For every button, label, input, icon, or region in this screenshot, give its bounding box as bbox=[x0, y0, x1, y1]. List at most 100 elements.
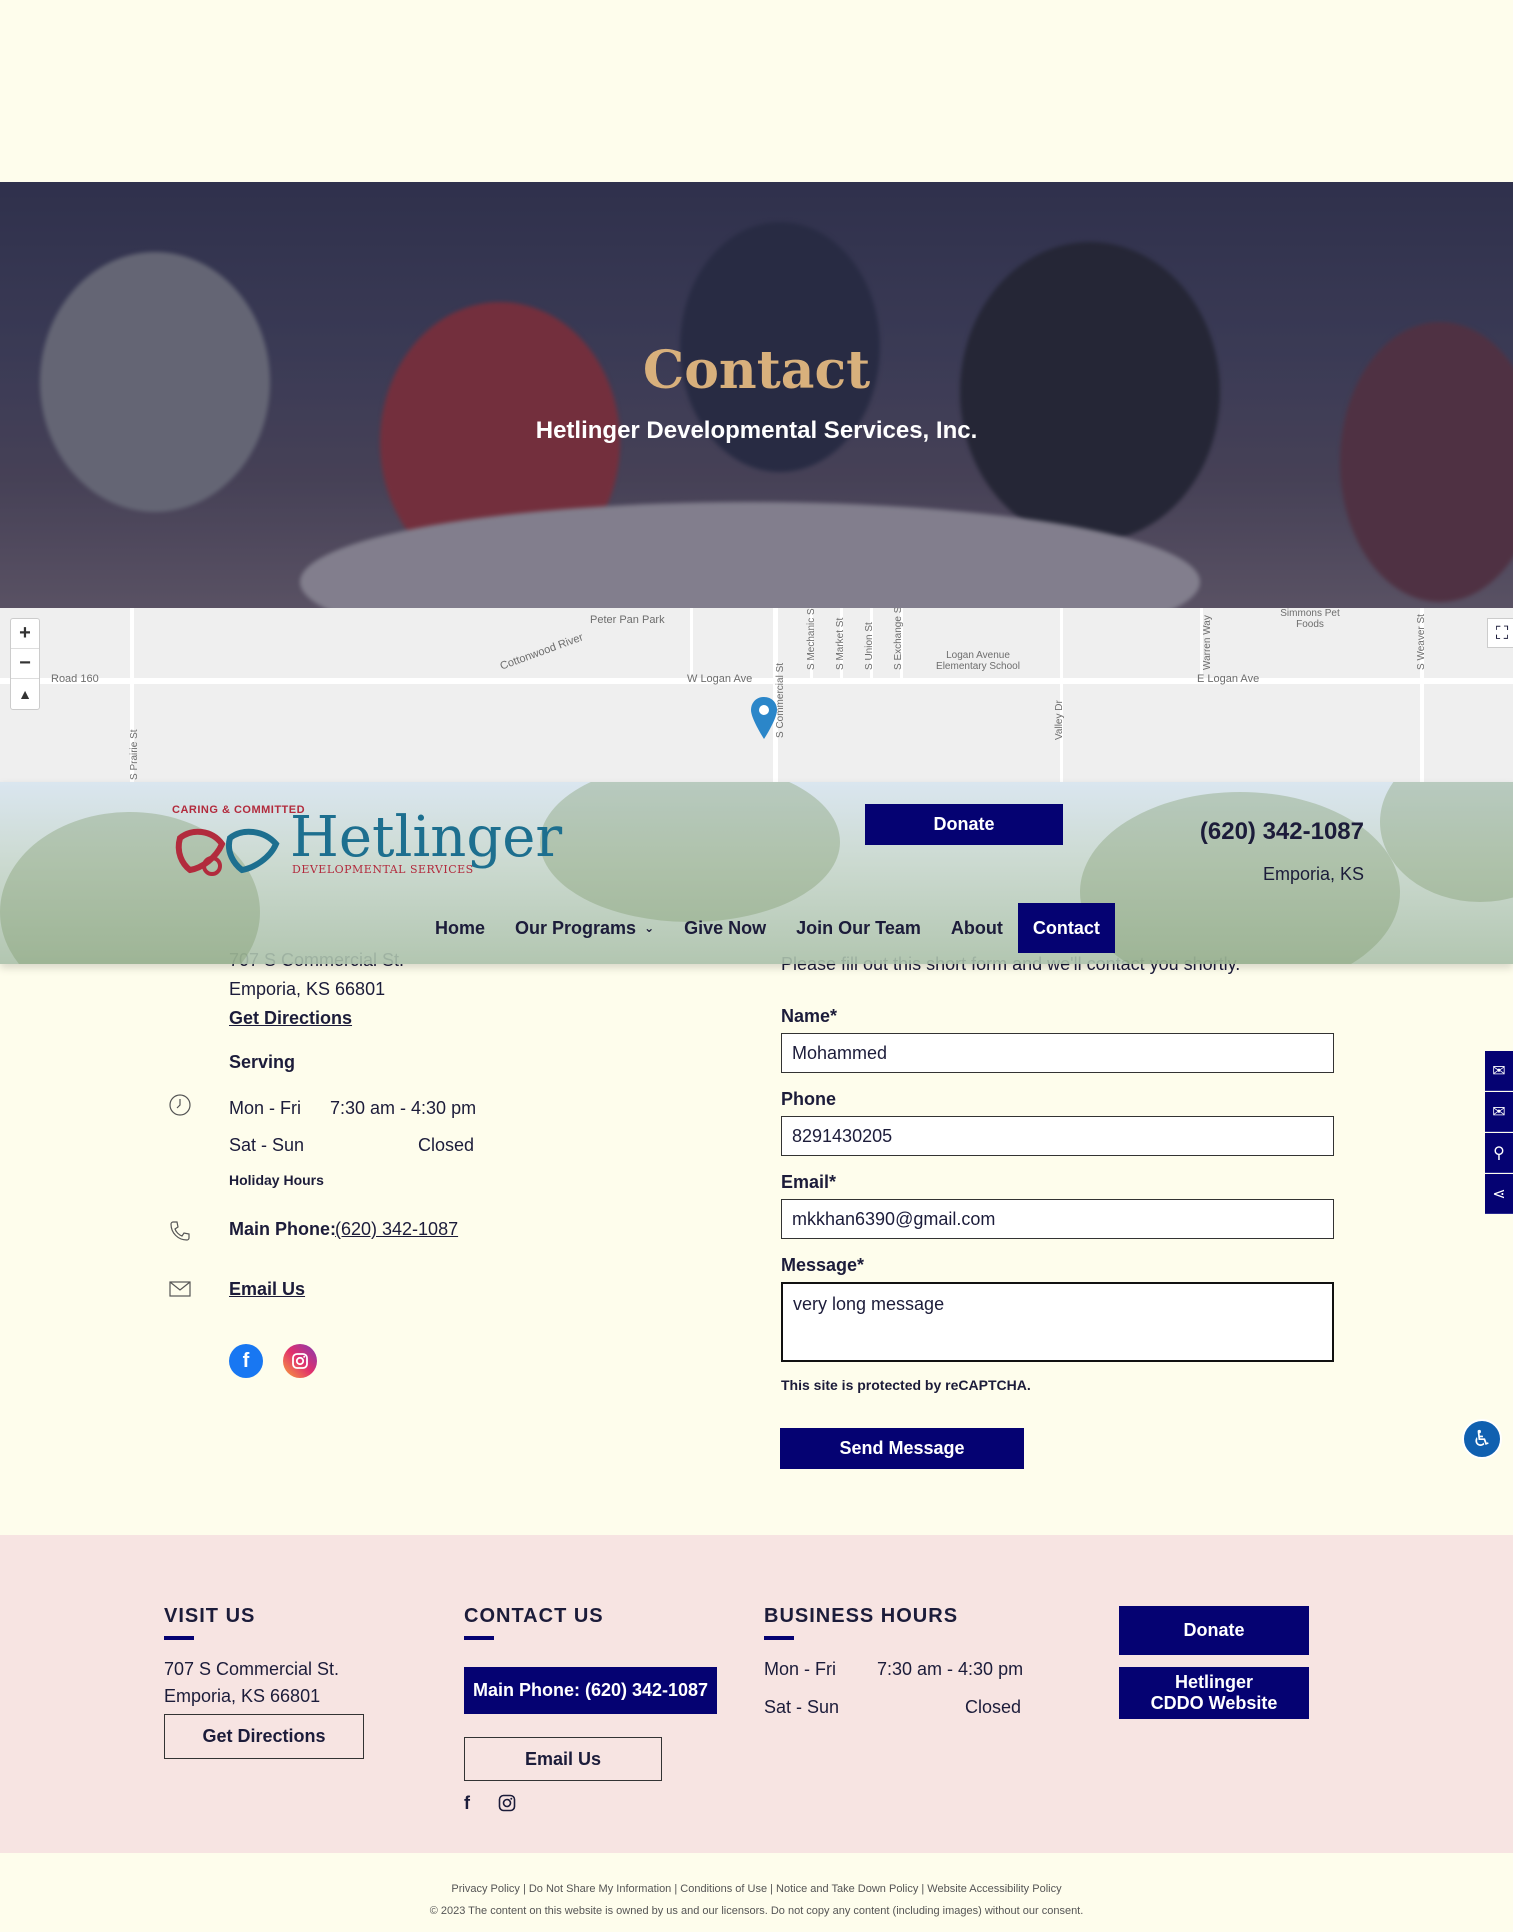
footer-hours-days-weekend: Sat - Sun bbox=[764, 1697, 840, 1717]
hero-subtitle: Hetlinger Developmental Services, Inc. bbox=[535, 417, 978, 444]
map-label-exchange: S Exchange St bbox=[893, 608, 904, 670]
nav-about-label: About bbox=[950, 917, 1003, 938]
nav-our-programs[interactable]: Our Programs ⌄ bbox=[500, 903, 669, 953]
instagram-icon[interactable] bbox=[283, 1344, 317, 1378]
business-hours-heading: BUSINESS HOURS bbox=[764, 1605, 959, 1627]
nav-join-our-team-label: Join Our Team bbox=[796, 917, 921, 938]
contact-us-heading: CONTACT US bbox=[464, 1605, 604, 1627]
send-message-button[interactable]: Send Message bbox=[780, 1428, 1024, 1469]
recaptcha-notice: This site is protected by reCAPTCHA. bbox=[781, 1377, 1031, 1393]
clock-icon bbox=[169, 1094, 191, 1116]
share-icon: ⋖ bbox=[1492, 1185, 1506, 1203]
location-icon: ⚲ bbox=[1493, 1144, 1505, 1162]
copyright: © 2023 The content on this website is ow… bbox=[429, 1905, 1084, 1917]
facebook-icon[interactable]: f bbox=[229, 1344, 263, 1378]
address-line2: Emporia, KS 66801 bbox=[229, 979, 386, 999]
footer-address-line1: 707 S Commercial St. bbox=[164, 1659, 340, 1679]
email-us-link[interactable]: Email Us bbox=[229, 1279, 305, 1300]
nav-our-programs-label: Our Programs bbox=[515, 917, 637, 938]
footer-cddo-button[interactable]: Hetlinger CDDO Website bbox=[1119, 1667, 1309, 1719]
message-textarea[interactable]: very long message bbox=[781, 1282, 1334, 1362]
email-label: Email* bbox=[781, 1172, 837, 1192]
map-label-market: S Market St bbox=[835, 617, 846, 670]
hours-time-weekend: Closed bbox=[417, 1135, 474, 1155]
messenger-button[interactable]: ✉ bbox=[1485, 1051, 1513, 1091]
header-city: Emporia, KS bbox=[1262, 864, 1364, 884]
hours-days-weekday: Mon - Fri bbox=[229, 1098, 301, 1118]
map-zoom-controls: + − ▲ bbox=[10, 618, 40, 710]
zoom-out-button[interactable]: − bbox=[11, 649, 39, 679]
phone-input[interactable]: 8291430205 bbox=[781, 1116, 1334, 1156]
hours-days-weekend: Sat - Sun bbox=[229, 1135, 305, 1155]
main-phone-label: Main Phone: bbox=[229, 1219, 336, 1239]
nav-join-our-team[interactable]: Join Our Team bbox=[781, 903, 936, 953]
zoom-in-button[interactable]: + bbox=[11, 619, 39, 649]
accessibility-button[interactable]: ♿ bbox=[1462, 1419, 1502, 1459]
messenger-icon: ✉ bbox=[1492, 1062, 1506, 1080]
hours-time-weekday: 7:30 am - 4:30 pm bbox=[330, 1098, 477, 1118]
holiday-hours-label: Holiday Hours bbox=[229, 1172, 324, 1188]
nav-give-now[interactable]: Give Now bbox=[669, 903, 781, 953]
map-label-w-logan: W Logan Ave bbox=[687, 673, 753, 685]
name-input[interactable]: Mohammed bbox=[781, 1033, 1334, 1073]
map-label-prairie: S Prairie St bbox=[129, 729, 140, 780]
map[interactable]: Peter Pan Park Road 160 Cottonwood River… bbox=[0, 608, 1513, 782]
footer-main-phone-button[interactable]: Main Phone: (620) 342-1087 bbox=[464, 1667, 717, 1714]
main-phone-link[interactable]: (620) 342-1087 bbox=[335, 1219, 458, 1240]
get-directions-link[interactable]: Get Directions bbox=[229, 1008, 352, 1029]
email-side-button[interactable]: ✉ bbox=[1485, 1092, 1513, 1132]
map-label-school: Logan Avenue Elementary School bbox=[936, 650, 1020, 672]
logo-wordmark: Hetlinger bbox=[290, 805, 563, 870]
map-label-simmons: Simmons Pet Foods bbox=[1280, 608, 1340, 630]
nav-home[interactable]: Home bbox=[420, 903, 500, 953]
nav-contact-label: Contact bbox=[1032, 917, 1100, 938]
legal-links[interactable]: Privacy Policy | Do Not Share My Informa… bbox=[0, 1883, 1513, 1895]
footer-email-button[interactable]: Email Us bbox=[464, 1737, 662, 1781]
footer-instagram-icon[interactable] bbox=[498, 1794, 516, 1812]
contact-us-underline bbox=[464, 1636, 494, 1640]
map-fullscreen-button[interactable]: ⛶ bbox=[1487, 618, 1513, 648]
share-side-button[interactable]: ⋖ bbox=[1485, 1174, 1513, 1214]
name-label: Name* bbox=[781, 1006, 838, 1026]
main-nav: Home Our Programs ⌄ Give Now Join Our Tea… bbox=[420, 903, 1115, 953]
map-label-valley: Valley Dr bbox=[1054, 700, 1065, 740]
footer-hours-time-weekend: Closed bbox=[964, 1697, 1021, 1717]
nav-contact[interactable]: Contact bbox=[1017, 903, 1115, 953]
map-label-river: Cottonwood River bbox=[498, 631, 585, 673]
reset-bearing-button[interactable]: ▲ bbox=[11, 679, 39, 709]
visit-us-underline bbox=[164, 1636, 194, 1640]
footer-hours-time-weekday: 7:30 am - 4:30 pm bbox=[877, 1659, 1024, 1679]
chevron-down-icon: ⌄ bbox=[644, 921, 655, 935]
phone-label: Phone bbox=[781, 1089, 837, 1109]
logo-subtitle: DEVELOPMENTAL SERVICES bbox=[292, 863, 474, 876]
message-label: Message* bbox=[781, 1255, 865, 1275]
footer-facebook-icon[interactable]: f bbox=[464, 1793, 470, 1814]
map-label-union: S Union St bbox=[864, 622, 875, 670]
map-label-mechanic: S Mechanic St bbox=[806, 608, 817, 670]
footer-address-line2: Emporia, KS 66801 bbox=[164, 1686, 321, 1706]
donate-button[interactable]: Donate bbox=[865, 804, 1063, 845]
serving-label: Serving bbox=[229, 1052, 296, 1072]
email-input[interactable]: mkkhan6390@gmail.com bbox=[781, 1199, 1334, 1239]
hero-title: Contact bbox=[642, 340, 871, 401]
hands-logo-icon bbox=[175, 828, 280, 876]
mail-icon: ✉ bbox=[1492, 1103, 1506, 1121]
location-side-button[interactable]: ⚲ bbox=[1485, 1133, 1513, 1173]
fullscreen-icon: ⛶ bbox=[1495, 622, 1509, 643]
logo-tagline: CARING & COMMITTED bbox=[172, 804, 306, 816]
accessibility-icon: ♿ bbox=[1472, 1426, 1492, 1451]
phone-icon bbox=[170, 1221, 190, 1241]
map-label-park: Peter Pan Park bbox=[590, 614, 665, 626]
header-phone[interactable]: (620) 342-1087 bbox=[1100, 818, 1364, 846]
envelope-icon bbox=[169, 1281, 191, 1297]
nav-give-now-label: Give Now bbox=[684, 917, 767, 938]
nav-home-label: Home bbox=[435, 917, 486, 938]
footer-donate-button[interactable]: Donate bbox=[1119, 1606, 1309, 1655]
footer-directions-button[interactable]: Get Directions bbox=[164, 1714, 364, 1759]
business-hours-underline bbox=[764, 1636, 794, 1640]
map-label-e-logan: E Logan Ave bbox=[1197, 673, 1260, 685]
hetlinger-logo[interactable]: CARING & COMMITTED Hetlinger DEVELOPMENT… bbox=[172, 804, 562, 884]
nav-about[interactable]: About bbox=[936, 903, 1018, 953]
map-pin-icon[interactable] bbox=[751, 697, 777, 739]
footer-hours-days-weekday: Mon - Fri bbox=[764, 1659, 836, 1679]
